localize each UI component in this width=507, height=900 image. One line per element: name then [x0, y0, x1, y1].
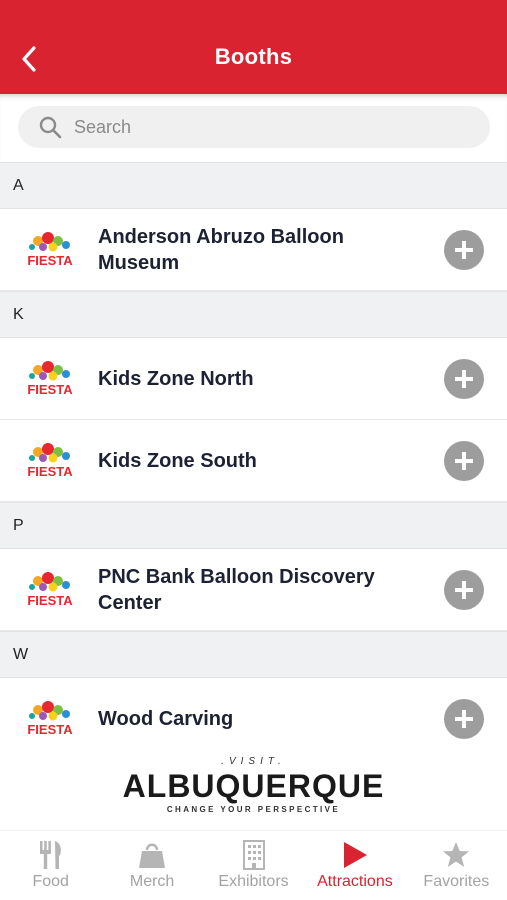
tab-label: Food	[32, 873, 69, 890]
tab-label: Exhibitors	[218, 873, 289, 890]
add-favorite-button[interactable]	[444, 230, 484, 270]
sponsor-banner[interactable]: .VISIT. ALBUQUERQUE CHANGE YOUR PERSPECT…	[0, 750, 507, 830]
add-favorite-button[interactable]	[444, 570, 484, 610]
section-header-w: W	[0, 631, 507, 678]
plus-icon	[455, 241, 473, 259]
add-favorite-button[interactable]	[444, 699, 484, 739]
tab-favorites[interactable]: Favorites	[406, 831, 507, 900]
tab-label: Favorites	[423, 873, 490, 890]
svg-text:FIESTA: FIESTA	[27, 464, 73, 479]
tab-attractions[interactable]: Attractions	[304, 831, 405, 900]
plus-icon	[455, 710, 473, 728]
booth-name: Anderson Abruzo Balloon Museum	[98, 225, 344, 274]
booth-name: Kids Zone North	[98, 367, 254, 390]
tab-merch[interactable]: Merch	[101, 831, 202, 900]
tab-label: Attractions	[317, 873, 393, 890]
shopping-bag-icon	[137, 840, 167, 870]
section-header-k: K	[0, 291, 507, 338]
tab-food[interactable]: Food	[0, 831, 101, 900]
booth-list: A FIESTA Anderson Abruzo Balloon Museum …	[0, 162, 507, 760]
fiesta-logo: FIESTA	[24, 700, 76, 738]
svg-text:FIESTA: FIESTA	[27, 382, 73, 397]
sponsor-tagline: CHANGE YOUR PERSPECTIVE	[166, 805, 341, 814]
list-item[interactable]: FIESTA Anderson Abruzo Balloon Museum	[0, 209, 507, 291]
booth-name: Wood Carving	[98, 707, 234, 730]
svg-text:FIESTA: FIESTA	[27, 593, 73, 608]
plus-icon	[455, 581, 473, 599]
page-title: Booths	[214, 44, 293, 69]
play-icon	[340, 840, 370, 870]
fiesta-logo: FIESTA	[24, 360, 76, 398]
sponsor-visit-text: .VISIT.	[221, 756, 286, 767]
search-bar	[0, 94, 507, 162]
fiesta-logo: FIESTA	[24, 571, 76, 609]
bottom-tab-bar: Food Merch Exhibitors Attractions Favori…	[0, 830, 507, 900]
booth-name: PNC Bank Balloon Discovery Center	[98, 565, 375, 614]
tab-label: Merch	[129, 873, 175, 890]
section-header-p: P	[0, 502, 507, 549]
list-item[interactable]: FIESTA PNC Bank Balloon Discovery Center	[0, 549, 507, 631]
section-header-a: A	[0, 162, 507, 209]
add-favorite-button[interactable]	[444, 359, 484, 399]
booth-name: Kids Zone South	[98, 449, 257, 472]
plus-icon	[455, 452, 473, 470]
svg-text:FIESTA: FIESTA	[27, 253, 73, 268]
star-icon	[441, 840, 471, 870]
list-item[interactable]: FIESTA Kids Zone South	[0, 420, 507, 502]
header-bar: Booths	[0, 0, 507, 94]
search-input[interactable]	[74, 116, 454, 138]
list-item[interactable]: FIESTA Wood Carving	[0, 678, 507, 760]
tab-exhibitors[interactable]: Exhibitors	[203, 831, 304, 900]
search-field[interactable]	[18, 106, 490, 148]
fiesta-logo: FIESTA	[24, 442, 76, 480]
fiesta-logo: FIESTA	[24, 231, 76, 269]
search-icon	[39, 116, 62, 139]
svg-text:FIESTA: FIESTA	[27, 722, 73, 737]
add-favorite-button[interactable]	[444, 441, 484, 481]
fork-knife-icon	[36, 840, 66, 870]
plus-icon	[455, 370, 473, 388]
building-icon	[239, 840, 269, 870]
list-item[interactable]: FIESTA Kids Zone North	[0, 338, 507, 420]
sponsor-city-logo: ALBUQUERQUE	[122, 768, 385, 804]
